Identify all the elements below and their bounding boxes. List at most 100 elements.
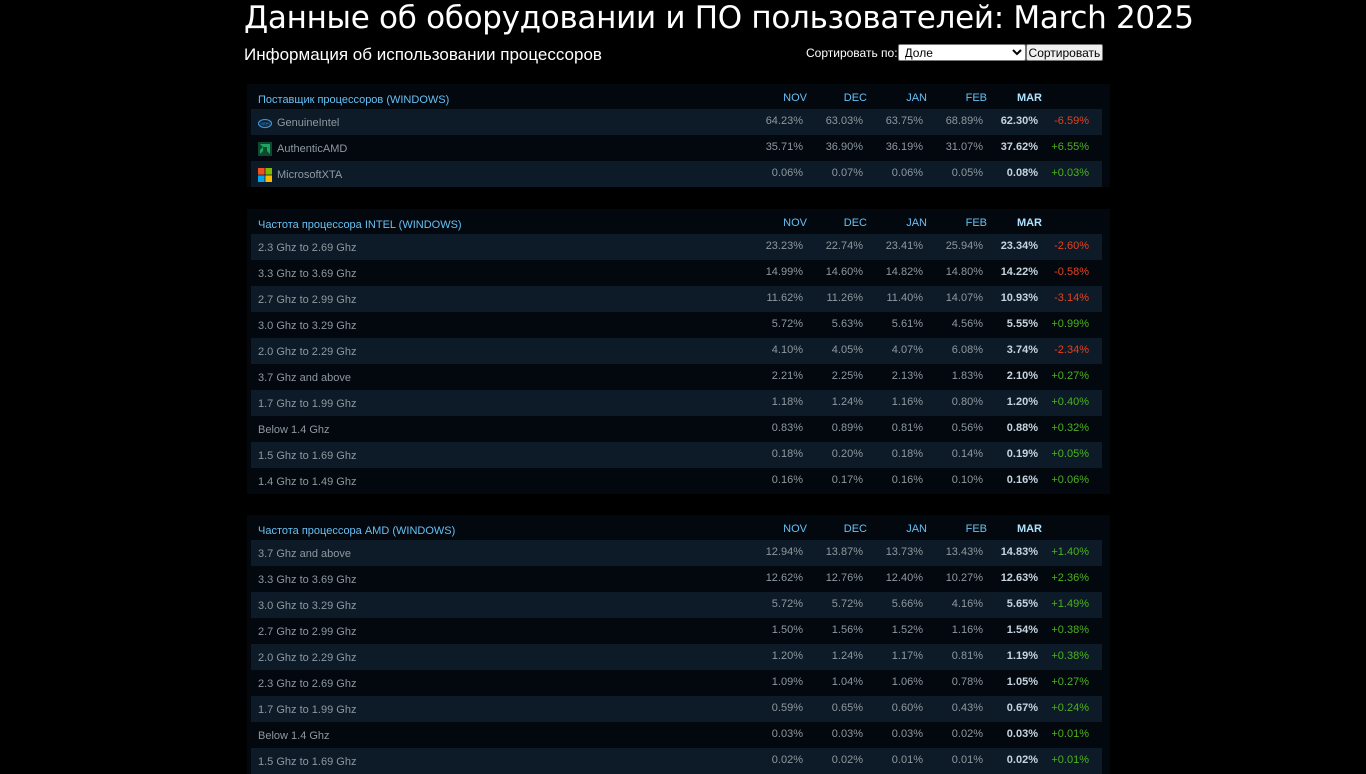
page-subtitle: Информация об использовании процессоров: [244, 45, 602, 64]
value-dec: 0.07%: [831, 167, 863, 179]
value-jan: 14.82%: [885, 266, 923, 278]
value-dec: 0.03%: [831, 728, 863, 740]
table-row: MicrosoftXTA 0.06% 0.07% 0.06% 0.05% 0.08% +0.…: [251, 161, 1102, 187]
row-label: 2.0 Ghz to 2.29 Ghz: [258, 652, 357, 664]
value-dec: 1.56%: [831, 624, 863, 636]
sort-button[interactable]: Сортировать: [1025, 44, 1104, 61]
stats-panel: Поставщик процессоров (WINDOWS) NOV DEC JAN…: [247, 84, 1110, 187]
value-nov: 0.18%: [771, 448, 803, 460]
value-nov: 12.62%: [765, 572, 803, 584]
value-feb: 14.80%: [945, 266, 983, 278]
value-nov: 11.62%: [766, 292, 804, 304]
change-value: +1.40%: [1051, 546, 1089, 558]
table-row: 3.3 Ghz to 3.69 Ghz 12.62% 12.76% 12.40% 10.…: [251, 566, 1102, 592]
value-nov: 23.23%: [765, 240, 803, 252]
row-label: AuthenticAMD: [277, 143, 348, 155]
section-header: Частота процессора AMD (WINDOWS) NOV DEC JA…: [247, 515, 1110, 540]
row-label: 2.3 Ghz to 2.69 Ghz: [258, 678, 357, 690]
table-row: Below 1.4 Ghz 0.83% 0.89% 0.81% 0.56% 0.88% +0…: [251, 416, 1102, 442]
sort-label: Сортировать по:: [806, 45, 898, 60]
value-feb: 0.80%: [951, 396, 983, 408]
svg-text:intel: intel: [260, 121, 269, 127]
value-feb: 0.10%: [951, 474, 983, 486]
value-nov: 1.50%: [771, 624, 803, 636]
table-row: 2.0 Ghz to 2.29 Ghz 1.20% 1.24% 1.17% 0.81% 1…: [251, 644, 1102, 670]
value-feb: 13.43%: [945, 546, 983, 558]
change-value: +0.06%: [1051, 474, 1089, 486]
value-jan: 36.19%: [885, 141, 923, 153]
value-nov: 5.72%: [771, 318, 803, 330]
table-row: 3.7 Ghz and above 12.94% 13.87% 13.73% 13.43…: [251, 540, 1102, 566]
value-jan: 2.13%: [891, 370, 923, 382]
value-feb: 10.27%: [945, 572, 983, 584]
row-label: 1.5 Ghz to 1.69 Ghz: [258, 450, 357, 462]
value-dec: 2.25%: [831, 370, 863, 382]
row-label: GenuineIntel: [277, 117, 340, 129]
month-header-feb: FEB: [965, 523, 987, 535]
value-feb: 31.07%: [945, 141, 983, 153]
value-dec: 5.72%: [831, 598, 863, 610]
month-header-nov: NOV: [783, 92, 807, 104]
month-header-mar: MAR: [1016, 92, 1042, 104]
value-dec: 14.60%: [825, 266, 863, 278]
value-jan: 1.06%: [891, 676, 923, 688]
table-row: 1.4 Ghz to 1.49 Ghz 0.16% 0.17% 0.16% 0.10% 0…: [251, 468, 1102, 494]
change-value: -2.34%: [1054, 344, 1089, 356]
change-value: +0.27%: [1051, 676, 1089, 688]
value-dec: 0.65%: [831, 702, 863, 714]
value-dec: 0.20%: [831, 448, 863, 460]
change-value: +1.49%: [1051, 598, 1089, 610]
change-value: +0.03%: [1051, 167, 1089, 179]
section-title: Частота процессора INTEL (WINDOWS): [258, 219, 462, 231]
value-nov: 0.02%: [771, 754, 803, 766]
change-value: +0.05%: [1051, 448, 1089, 460]
table-row: 2.3 Ghz to 2.69 Ghz 1.09% 1.04% 1.06% 0.78% 1…: [251, 670, 1102, 696]
value-jan: 0.16%: [891, 474, 923, 486]
value-nov: 0.83%: [771, 422, 803, 434]
value-feb: 25.94%: [945, 240, 983, 252]
value-dec: 13.87%: [825, 546, 863, 558]
month-header-dec: DEC: [843, 523, 867, 535]
value-nov: 4.10%: [771, 344, 803, 356]
value-nov: 14.99%: [765, 266, 803, 278]
table-row: 2.7 Ghz to 2.99 Ghz 11.62% 11.26% 11.40% 14.…: [251, 286, 1102, 312]
value-feb: 1.83%: [951, 370, 983, 382]
row-label: 2.0 Ghz to 2.29 Ghz: [258, 346, 357, 358]
value-jan: 5.66%: [891, 598, 923, 610]
value-dec: 4.05%: [831, 344, 863, 356]
month-header-jan: JAN: [906, 217, 927, 229]
value-nov: 1.18%: [771, 396, 803, 408]
value-dec: 1.24%: [831, 650, 863, 662]
change-value: +0.38%: [1051, 650, 1089, 662]
change-value: -2.60%: [1054, 240, 1089, 252]
value-dec: 0.02%: [831, 754, 863, 766]
change-value: +2.36%: [1051, 572, 1089, 584]
value-feb: 0.56%: [951, 422, 983, 434]
value-nov: 0.03%: [771, 728, 803, 740]
row-label: 1.4 Ghz to 1.49 Ghz: [258, 476, 357, 488]
sort-select[interactable]: Доле: [897, 44, 1026, 61]
table-row: AuthenticAMD 35.71% 36.90% 36.19% 31.07% 37.6…: [251, 135, 1102, 161]
value-dec: 1.04%: [831, 676, 863, 688]
value-nov: 1.09%: [771, 676, 803, 688]
change-value: +0.99%: [1051, 318, 1089, 330]
value-jan: 0.60%: [891, 702, 923, 714]
change-value: +0.01%: [1051, 754, 1089, 766]
value-feb: 6.08%: [951, 344, 983, 356]
table-row: 2.0 Ghz to 2.29 Ghz 4.10% 4.05% 4.07% 6.08% 3…: [251, 338, 1102, 364]
value-dec: 0.17%: [831, 474, 863, 486]
value-jan: 1.52%: [891, 624, 923, 636]
row-label: 2.3 Ghz to 2.69 Ghz: [258, 242, 357, 254]
change-value: -0.58%: [1054, 266, 1089, 278]
microsoft-logo-icon: [258, 168, 272, 182]
value-feb: 0.78%: [951, 676, 983, 688]
change-value: +0.01%: [1051, 728, 1089, 740]
value-feb: 0.02%: [951, 728, 983, 740]
row-label: 1.5 Ghz to 1.69 Ghz: [258, 756, 357, 768]
value-dec: 12.76%: [825, 572, 863, 584]
month-header-mar: MAR: [1016, 217, 1042, 229]
row-label: 2.7 Ghz to 2.99 Ghz: [258, 294, 357, 306]
stats-panel: Частота процессора INTEL (WINDOWS) NOV DEC…: [247, 209, 1110, 494]
value-jan: 0.01%: [891, 754, 923, 766]
table-row: intel GenuineIntel 64.23% 63.03% 63.75% 68.89…: [251, 109, 1102, 135]
